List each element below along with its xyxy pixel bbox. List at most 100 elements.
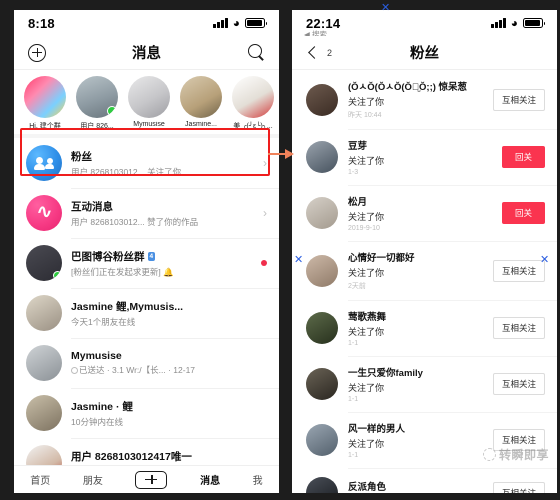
conversation-subtitle: 已送达 · 3.1 Wr:/【长... · 12-17 (71, 364, 267, 376)
follow-back-button[interactable]: 回关 (501, 202, 545, 224)
fan-row[interactable]: 莺歌燕舞 关注了你 1-1 互相关注 (292, 300, 557, 356)
chevron-left-icon[interactable] (306, 46, 319, 59)
search-icon[interactable] (248, 44, 265, 61)
selection-handle-left[interactable]: ✕ (294, 255, 303, 266)
mutual-follow-button[interactable]: 互相关注 (492, 373, 545, 395)
conversation-subtitle-text: 已送达 · 3.1 Wr:/【长... · 12-17 (79, 365, 196, 375)
fan-name: 莺歌燕舞 (348, 312, 387, 323)
story-item[interactable]: Hi, 建个群 (22, 76, 68, 131)
signal-bars-icon (213, 18, 228, 28)
watermark-text: 转瞬即享 (498, 448, 549, 462)
story-name: 用户 826... (80, 123, 114, 130)
conversation-subtitle: 今天1个朋友在线 (71, 316, 136, 327)
conversation-title: 粉丝 (71, 150, 92, 163)
interaction-bolt-icon: ∿ (26, 195, 62, 231)
conversation-title: Jasmine 鲤,Mymusis... (71, 300, 184, 313)
story-item[interactable]: Mymusise (126, 76, 172, 131)
fan-text: 松月 关注了你 2019-9-10 (348, 194, 492, 232)
watermark: 转瞬即享 (482, 446, 549, 463)
fan-text: 豆芽 关注了你 1-3 (348, 138, 492, 176)
screenshot-stage: 8:18 ◕ 消息 Hi, 建个群 用户 826... Mymusise Jas… (0, 0, 560, 500)
conversation-title: 巴图博谷粉丝群 4 (71, 249, 252, 264)
stories-strip: Hi, 建个群 用户 826... Mymusise Jasmine... 美 … (14, 70, 279, 134)
selection-handle-right[interactable]: ✕ (540, 255, 549, 266)
plus-circle-icon[interactable] (28, 43, 46, 62)
conversation-row[interactable]: 巴图博谷粉丝群 4 [粉丝们正在发起求更新] 🔔 (14, 238, 279, 288)
selection-handle-top[interactable]: ✕ (381, 3, 390, 14)
fan-row[interactable]: 豆芽 关注了你 1-3 回关 (292, 129, 557, 185)
follow-back-button[interactable]: 回关 (501, 146, 545, 168)
flow-arrow (268, 149, 294, 159)
fan-text: 反派角色 关注了你 (348, 479, 483, 494)
avatar (76, 76, 118, 118)
fan-name: 一生只爱你family (348, 368, 423, 379)
status-indicators: ◕ (491, 16, 546, 30)
fan-time: 1-1 (348, 396, 359, 403)
avatar (306, 254, 338, 287)
signal-bars-icon (491, 18, 506, 28)
story-name: 美 ╭(╯ε╰)╮... (233, 123, 273, 130)
conversation-row-fans[interactable]: 粉丝 用户 8268103012... 关注了你 › (14, 138, 279, 188)
fan-time: 1-1 (348, 452, 359, 459)
mutual-follow-button[interactable]: 互相关注 (492, 317, 545, 339)
fan-action: 关注了你 (348, 383, 385, 393)
fan-time: 1-1 (348, 340, 359, 347)
tab-messages[interactable]: 消息 (200, 472, 220, 487)
tab-create-button[interactable] (135, 470, 168, 489)
chevron-right-icon: › (263, 206, 267, 220)
story-item[interactable]: Jasmine... (178, 76, 224, 131)
conversation-text: Jasmine · 鲤 10分钟内在线 (71, 399, 267, 428)
avatar (180, 76, 222, 118)
conversation-row[interactable]: Jasmine · 鲤 10分钟内在线 (14, 388, 279, 438)
conversation-subtitle: 10分钟内在线 (71, 416, 123, 427)
conversation-title: 用户 8268103012417唯一 (71, 450, 192, 463)
status-time: 8:18 (28, 15, 55, 31)
bottom-tab-bar: 首页 朋友 消息 我 (14, 465, 279, 493)
conversation-row-interaction[interactable]: ∿ 互动消息 用户 8268103012... 赞了你的作品 › (14, 188, 279, 238)
conversation-text: Mymusise 已送达 · 3.1 Wr:/【长... · 12-17 (71, 350, 267, 376)
mutual-follow-button[interactable]: 互相关注 (492, 482, 545, 493)
mutual-follow-button[interactable]: 互相关注 (492, 88, 545, 111)
avatar (306, 83, 338, 116)
fan-action: 关注了你 (348, 439, 385, 449)
fan-row[interactable]: 反派角色 关注了你 互相关注 (292, 468, 557, 493)
online-dot (107, 106, 117, 116)
conversation-text: 粉丝 用户 8268103012... 关注了你 (71, 149, 254, 178)
wifi-icon: ◕ (232, 16, 240, 30)
circle-logo-icon (482, 448, 496, 461)
battery-icon (523, 18, 546, 28)
group-badge: 4 (147, 251, 156, 261)
status-bar: 8:18 ◕ (14, 10, 279, 36)
right-phone-screen: 22:14 ◀ 搜索 ◕ 2 粉丝 (ŎㅅŎ(ŎㅅŎ(Ŏㅅ̫Ŏ;;) 惊呆葱 关… (292, 10, 557, 493)
avatar (26, 345, 62, 381)
left-phone-screen: 8:18 ◕ 消息 Hi, 建个群 用户 826... Mymusise Jas… (14, 10, 279, 493)
fan-name: 豆芽 (348, 141, 368, 152)
avatar (26, 395, 62, 431)
conversation-row[interactable]: Mymusise 已送达 · 3.1 Wr:/【长... · 12-17 (14, 338, 279, 388)
wifi-icon: ◕ (510, 16, 518, 30)
fan-row[interactable]: (ŎㅅŎ(ŎㅅŎ(Ŏㅅ̫Ŏ;;) 惊呆葱 关注了你 昨天 10:44 互相关注 (292, 70, 557, 129)
fan-name: 反派角色 (348, 481, 387, 493)
conversation-row[interactable]: Jasmine 鲤,Mymusis... 今天1个朋友在线 (14, 288, 279, 338)
status-bar: 22:14 ◀ 搜索 ◕ (292, 10, 557, 39)
story-item[interactable]: 用户 826... (74, 76, 120, 131)
back-count: 2 (327, 47, 333, 58)
conversation-title: Mymusise (71, 350, 122, 362)
fans-people-icon (26, 145, 62, 181)
tab-home[interactable]: 首页 (30, 472, 50, 487)
conversation-subtitle: 用户 8268103012... 赞了你的作品 (71, 216, 199, 227)
tab-friends[interactable]: 朋友 (83, 472, 103, 487)
mutual-follow-button[interactable]: 互相关注 (492, 259, 545, 282)
battery-icon (245, 18, 268, 28)
story-item[interactable]: 美 ╭(╯ε╰)╮... (230, 76, 276, 131)
delivered-icon (71, 367, 78, 374)
fan-action: 关注了你 (348, 268, 385, 278)
fan-time: 2019-9-10 (348, 225, 380, 232)
fan-row[interactable]: 一生只爱你family 关注了你 1-1 互相关注 (292, 356, 557, 412)
fan-time: 昨天 10:44 (348, 112, 382, 119)
fan-text: 风一样的男人 关注了你 1-1 (348, 421, 483, 459)
tab-me[interactable]: 我 (253, 472, 263, 487)
fan-row[interactable]: 松月 关注了你 2019-9-10 回关 (292, 185, 557, 241)
fan-row[interactable]: 心情好一切都好 关注了你 2天前 互相关注 (292, 241, 557, 300)
conversation-text: 巴图博谷粉丝群 4 [粉丝们正在发起求更新] 🔔 (71, 249, 252, 278)
